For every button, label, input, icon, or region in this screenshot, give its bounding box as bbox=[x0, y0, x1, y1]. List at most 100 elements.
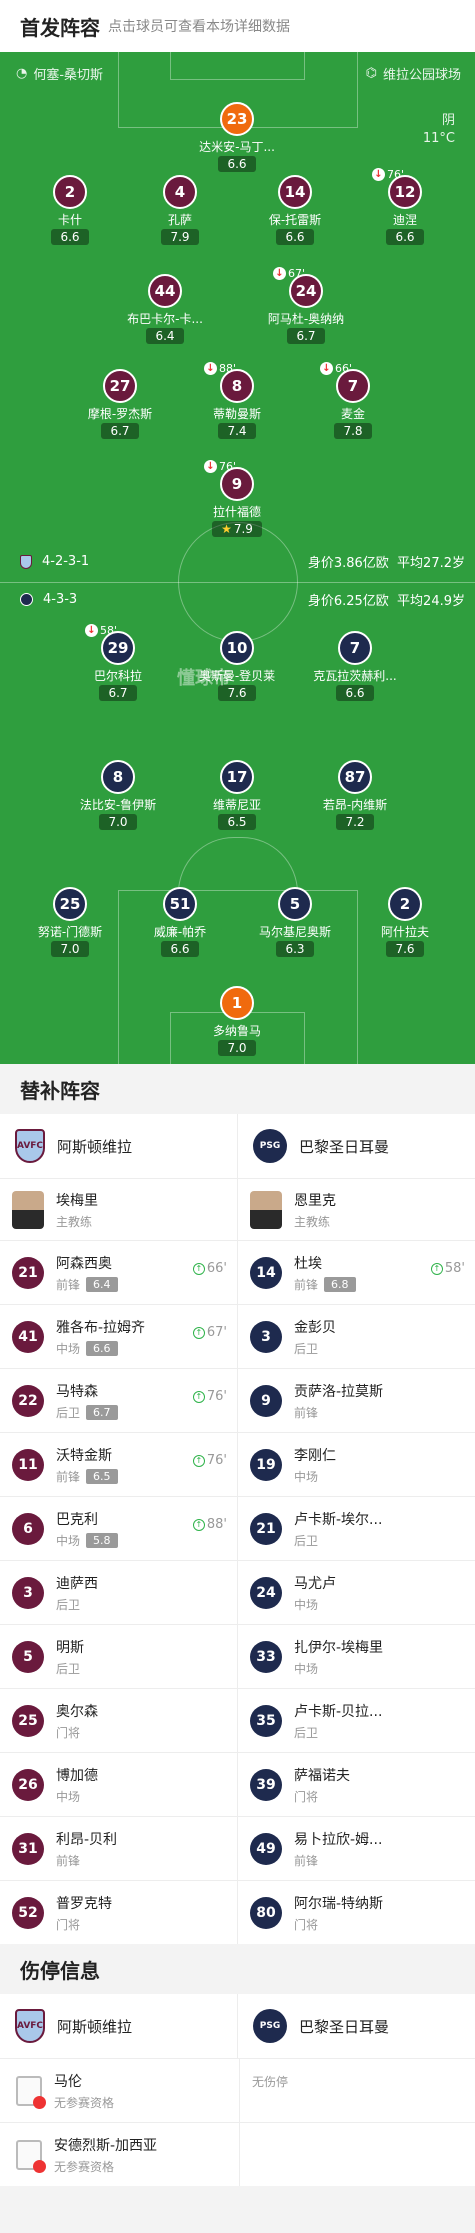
away-player[interactable]: 17 维蒂尼亚 6.5 bbox=[177, 760, 297, 830]
sub-position-row: 中场 5.8 bbox=[56, 1532, 118, 1549]
away-player-rating: 7.6 bbox=[386, 941, 424, 957]
away-player[interactable]: ↓ 58' 29 巴尔科拉 6.7 bbox=[58, 624, 178, 701]
away-player[interactable]: 2 阿什拉夫 7.6 bbox=[345, 887, 465, 957]
away-sub-player[interactable]: 33 扎伊尔-埃梅里 中场 bbox=[237, 1625, 475, 1688]
sub-position: 前锋 bbox=[294, 1405, 319, 1420]
subs-away-team-name: 巴黎圣日耳曼 bbox=[299, 1137, 390, 1156]
away-sub-player[interactable]: 19 李刚仁 中场 bbox=[237, 1433, 475, 1496]
sub-name: 巴克利 bbox=[56, 1511, 98, 1528]
sub-position-row: 前锋 6.4 bbox=[56, 1276, 118, 1293]
home-player-rating: 6.4 bbox=[146, 328, 184, 344]
injury-away-team[interactable]: PSG 巴黎圣日耳曼 bbox=[237, 1994, 475, 2058]
sub-number: 6 bbox=[12, 1512, 44, 1545]
home-player-name: 布巴卡尔-卡... bbox=[127, 312, 203, 326]
rating-value: 7.2 bbox=[345, 815, 365, 829]
subs-home-team-name: 阿斯顿维拉 bbox=[57, 1137, 133, 1156]
away-sub-player[interactable]: 3 金彭贝 后卫 bbox=[237, 1305, 475, 1368]
injury-item[interactable]: 安德烈斯-加西亚 无参赛资格 bbox=[0, 2123, 239, 2186]
home-player[interactable]: ↓ 76' 9 拉什福德 ★ 7.9 bbox=[177, 460, 297, 537]
sub-arrow-icon: ↓ bbox=[204, 362, 217, 375]
subs-home-team[interactable]: AVFC 阿斯顿维拉 bbox=[0, 1114, 237, 1178]
away-sub-player[interactable]: 39 萨福诺夫 门将 bbox=[237, 1753, 475, 1816]
home-sub-player[interactable]: 31 利昂-贝利 前锋 bbox=[0, 1817, 237, 1880]
sub-name: 马尤卢 bbox=[294, 1575, 336, 1592]
top-goal-area bbox=[170, 52, 305, 80]
away-player-rating: 6.5 bbox=[218, 814, 256, 830]
sub-position: 中场 bbox=[56, 1789, 81, 1804]
sub-position: 前锋 bbox=[56, 1277, 81, 1292]
sub-position-row: 中场 bbox=[294, 1596, 336, 1613]
home-player[interactable]: 4 孔萨 7.9 bbox=[120, 175, 240, 245]
away-player[interactable]: 5 马尔基尼奥斯 6.3 bbox=[235, 887, 355, 957]
away-player[interactable]: 25 努诺-门德斯 7.0 bbox=[10, 887, 130, 957]
coach-row: 埃梅里 主教练 恩里克 主教练 bbox=[0, 1178, 475, 1240]
home-sub-player[interactable]: 21 阿森西奥 前锋 6.4 ↑ 66' bbox=[0, 1241, 237, 1304]
away-sub-player[interactable]: 21 卢卡斯-埃尔... 后卫 bbox=[237, 1497, 475, 1560]
sub-number: 3 bbox=[12, 1576, 44, 1609]
sub-row: 21 阿森西奥 前锋 6.4 ↑ 66' 14 杜埃 前锋 6.8 ↑ 58' bbox=[0, 1240, 475, 1304]
temperature-text: 11°C bbox=[422, 131, 455, 146]
rating-value: 6.7 bbox=[296, 329, 316, 343]
home-player[interactable]: ↓ 76' 12 迪涅 6.6 bbox=[345, 168, 465, 245]
home-player[interactable]: ↓ 67' 24 阿马杜-奥纳纳 6.7 bbox=[246, 267, 366, 344]
sub-position: 中场 bbox=[294, 1661, 319, 1676]
away-player[interactable]: 7 克瓦拉茨赫利... 6.6 bbox=[295, 631, 415, 701]
away-sub-player[interactable]: 80 阿尔瑞-特纳斯 门将 bbox=[237, 1881, 475, 1944]
injury-home-team[interactable]: AVFC 阿斯顿维拉 bbox=[0, 1994, 237, 2058]
away-player[interactable]: 1 多纳鲁马 7.0 bbox=[177, 986, 297, 1056]
sub-number: 33 bbox=[250, 1640, 282, 1673]
home-player[interactable]: 27 摩根-罗杰斯 6.7 bbox=[60, 369, 180, 439]
away-player[interactable]: 8 法比安-鲁伊斯 7.0 bbox=[58, 760, 178, 830]
subs-away-team[interactable]: PSG 巴黎圣日耳曼 bbox=[237, 1114, 475, 1178]
home-player[interactable]: 23 达米安-马丁... 6.6 bbox=[177, 102, 297, 172]
sub-number: 22 bbox=[12, 1384, 44, 1417]
away-player-number: 10 bbox=[220, 631, 254, 665]
home-player[interactable]: 44 布巴卡尔-卡... 6.4 bbox=[105, 274, 225, 344]
home-sub-player[interactable]: 41 雅各布-拉姆齐 中场 6.6 ↑ 67' bbox=[0, 1305, 237, 1368]
away-sub-player[interactable]: 14 杜埃 前锋 6.8 ↑ 58' bbox=[237, 1241, 475, 1304]
away-coach[interactable]: 恩里克 主教练 bbox=[237, 1179, 475, 1240]
home-player-name: 阿马杜-奥纳纳 bbox=[267, 312, 345, 326]
home-player-number: 8 bbox=[220, 369, 254, 403]
rating-value: 6.3 bbox=[285, 942, 305, 956]
home-sub-player[interactable]: 11 沃特金斯 前锋 6.5 ↑ 76' bbox=[0, 1433, 237, 1496]
away-sub-player[interactable]: 9 贡萨洛-拉莫斯 前锋 bbox=[237, 1369, 475, 1432]
home-sub-player[interactable]: 3 迪萨西 后卫 bbox=[0, 1561, 237, 1624]
sub-rating: 6.5 bbox=[86, 1468, 118, 1484]
sub-name: 李刚仁 bbox=[294, 1447, 336, 1464]
home-player-rating: 7.9 bbox=[161, 229, 199, 245]
home-player[interactable]: ↓ 66' 7 麦金 7.8 bbox=[293, 362, 413, 439]
away-player[interactable]: 10 奥斯曼-登贝莱 7.6 bbox=[177, 631, 297, 701]
home-sub-player[interactable]: 22 马特森 后卫 6.7 ↑ 76' bbox=[0, 1369, 237, 1432]
home-player[interactable]: 2 卡什 6.6 bbox=[10, 175, 130, 245]
home-sub-player[interactable]: 52 普罗克特 门将 bbox=[0, 1881, 237, 1944]
home-coach[interactable]: 埃梅里 主教练 bbox=[0, 1179, 237, 1240]
sub-name: 贡萨洛-拉莫斯 bbox=[294, 1383, 384, 1400]
away-player[interactable]: 51 威廉-帕乔 6.6 bbox=[120, 887, 240, 957]
home-player-rating: 6.6 bbox=[276, 229, 314, 245]
away-age: 平均24.9岁 bbox=[397, 594, 465, 609]
home-player[interactable]: 14 保-托雷斯 6.6 bbox=[235, 175, 355, 245]
sub-position-row: 前锋 bbox=[294, 1852, 382, 1869]
sub-name: 利昂-贝利 bbox=[56, 1831, 118, 1848]
home-sub-player[interactable]: 5 明斯 后卫 bbox=[0, 1625, 237, 1688]
home-player[interactable]: ↓ 88' 8 蒂勒曼斯 7.4 bbox=[177, 362, 297, 439]
away-sub-player[interactable]: 35 卢卡斯-贝拉... 后卫 bbox=[237, 1689, 475, 1752]
home-sub-player[interactable]: 6 巴克利 中场 5.8 ↑ 88' bbox=[0, 1497, 237, 1560]
sub-number: 49 bbox=[250, 1832, 282, 1865]
home-sub-player[interactable]: 26 博加德 中场 bbox=[0, 1753, 237, 1816]
away-sub-player[interactable]: 24 马尤卢 中场 bbox=[237, 1561, 475, 1624]
away-coach-name: 恩里克 bbox=[294, 1192, 336, 1209]
rating-value: 7.0 bbox=[108, 815, 128, 829]
home-player-name: 达米安-马丁... bbox=[199, 140, 275, 154]
away-player-number: 17 bbox=[220, 760, 254, 794]
away-player-number: 29 bbox=[101, 631, 135, 665]
away-player-rating: 6.7 bbox=[99, 685, 137, 701]
injury-item[interactable]: 马伦 无参赛资格 bbox=[0, 2059, 239, 2122]
away-sub-player[interactable]: 49 易卜拉欣-姆... 前锋 bbox=[237, 1817, 475, 1880]
sub-name: 迪萨西 bbox=[56, 1575, 98, 1592]
home-sub-player[interactable]: 25 奥尔森 门将 bbox=[0, 1689, 237, 1752]
sub-position: 中场 bbox=[56, 1533, 81, 1548]
away-player[interactable]: 87 若昂-内维斯 7.2 bbox=[295, 760, 415, 830]
sub-position-row: 门将 bbox=[56, 1724, 98, 1741]
